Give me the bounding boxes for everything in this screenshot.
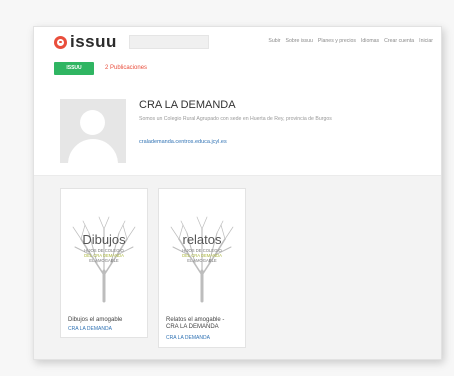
nav-plans[interactable]: Planes y precios bbox=[318, 38, 356, 44]
publication-author[interactable]: CRA LA DEMANDA bbox=[68, 326, 112, 332]
top-bar: issuu Subir Sobre issuu Planes y precios… bbox=[34, 27, 441, 57]
publication-title[interactable]: Dibujos el amogable bbox=[68, 317, 122, 324]
profile-description: Somos un Colegio Rural Agrupado con sede… bbox=[139, 116, 332, 122]
nav-about[interactable]: Sobre issuu bbox=[286, 38, 313, 44]
profile-section: CRA LA DEMANDA Somos un Colegio Rural Ag… bbox=[34, 89, 441, 175]
logo-text: issuu bbox=[70, 32, 117, 51]
profile-website-link[interactable]: cralademanda.centros.educa.jcyl.es bbox=[139, 139, 227, 145]
issuu-page: issuu Subir Sobre issuu Planes y precios… bbox=[33, 26, 442, 360]
search-input[interactable] bbox=[129, 35, 209, 49]
publication-author[interactable]: CRA LA DEMANDA bbox=[166, 335, 210, 341]
nav-signup[interactable]: Crear cuenta bbox=[384, 38, 414, 44]
nav-languages[interactable]: Idiomas bbox=[361, 38, 379, 44]
publication-card[interactable]: relatos HIJOS DE COLEGIO DEL CRA DEMANDA… bbox=[158, 188, 246, 348]
cover-title: relatos bbox=[182, 232, 222, 247]
cover-title: Dibujos bbox=[82, 232, 126, 247]
publication-title[interactable]: Relatos el amogable - CRA LA DEMANDA bbox=[166, 317, 226, 331]
profile-name: CRA LA DEMANDA bbox=[139, 99, 236, 111]
avatar-head-icon bbox=[80, 110, 105, 135]
publications-shelf: Dibujos HIJOS DE COLEGIO DEL CRA DEMANDA… bbox=[34, 175, 441, 359]
publications-bar: ISSUU 2 Publicaciones bbox=[54, 61, 147, 75]
avatar-body-icon bbox=[68, 139, 118, 163]
issuu-logo[interactable]: issuu bbox=[54, 32, 117, 51]
nav-login[interactable]: Iniciar bbox=[419, 38, 433, 44]
publication-cover[interactable]: Dibujos HIJOS DE COLEGIO DEL CRA DEMANDA… bbox=[61, 189, 147, 307]
publication-card[interactable]: Dibujos HIJOS DE COLEGIO DEL CRA DEMANDA… bbox=[60, 188, 148, 338]
top-nav: Subir Sobre issuu Planes y precios Idiom… bbox=[268, 38, 433, 44]
issuu-button[interactable]: ISSUU bbox=[54, 61, 94, 75]
publication-cover[interactable]: relatos HIJOS DE COLEGIO DEL CRA DEMANDA… bbox=[159, 189, 245, 307]
nav-upload[interactable]: Subir bbox=[268, 38, 280, 44]
issuu-logo-icon bbox=[54, 35, 67, 49]
publications-count[interactable]: 2 Publicaciones bbox=[105, 65, 147, 71]
avatar bbox=[60, 99, 126, 163]
cover-tagline: EL AMOGABLE bbox=[89, 258, 119, 263]
cover-tagline: EL AMOGABLE bbox=[187, 258, 217, 263]
